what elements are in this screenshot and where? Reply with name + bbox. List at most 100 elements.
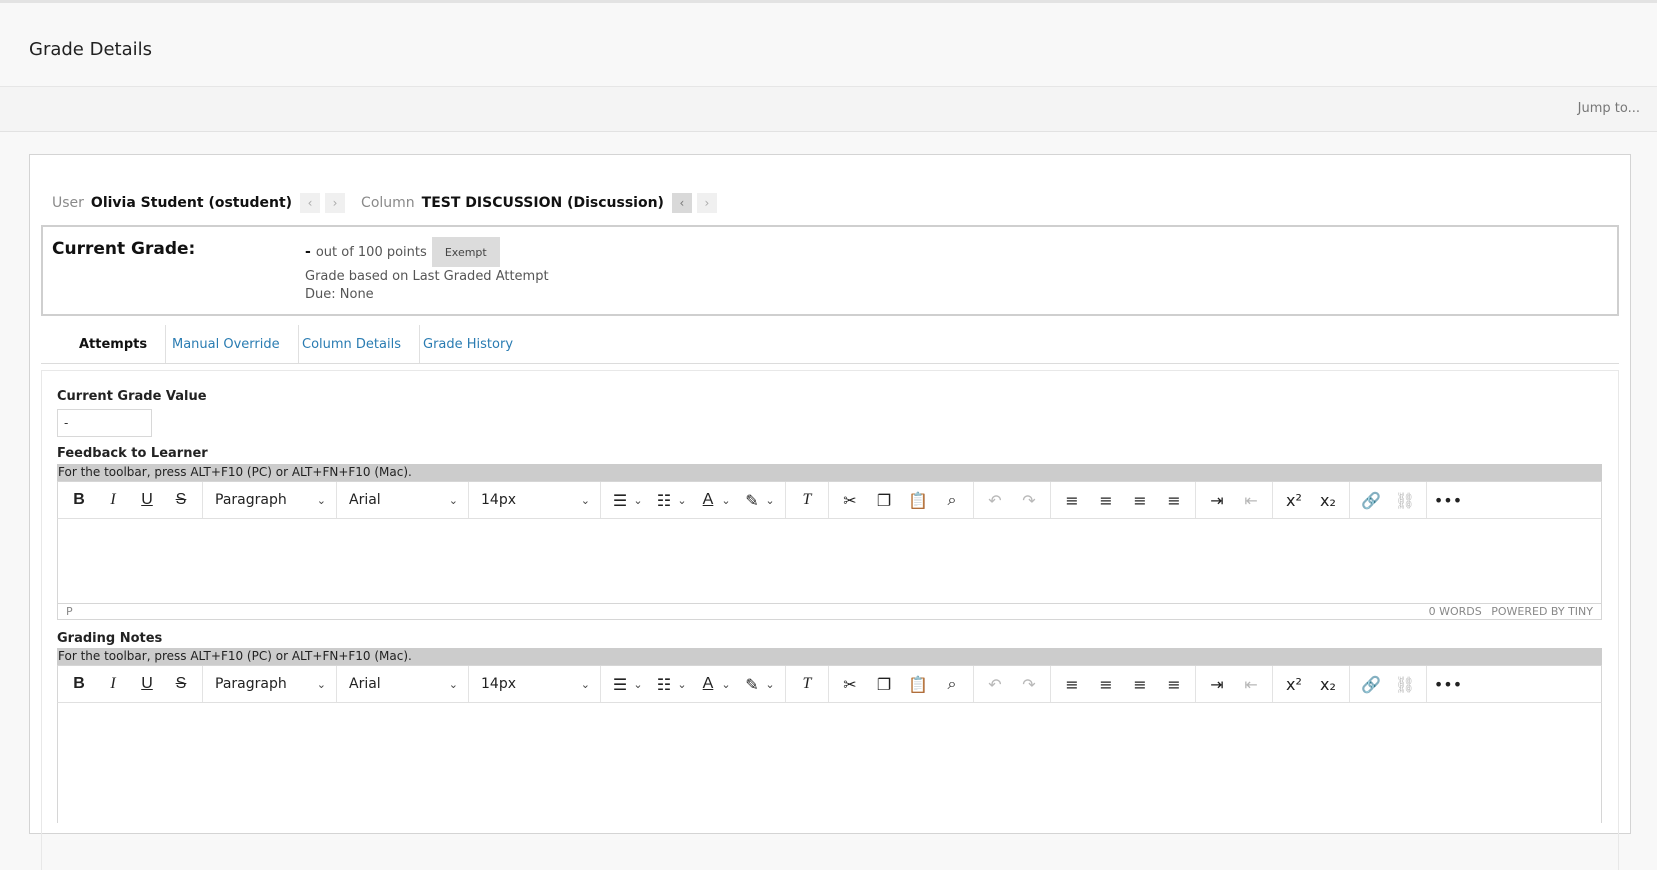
unlink-icon[interactable]: ⛓ [1388,485,1422,515]
font-size-select[interactable]: 14px ⌄ [469,666,601,702]
align-center-icon[interactable]: ≡ [1089,485,1123,515]
chevron-left-icon: ‹ [307,196,313,210]
numbered-list-button[interactable]: ☷ ⌄ [649,491,693,510]
tab-column-details[interactable]: Column Details [284,325,420,363]
redo-icon[interactable]: ↷ [1012,669,1046,699]
record-navigator: User Olivia Student (ostudent) ‹ › Colum… [52,191,719,215]
element-path[interactable]: P [66,605,73,618]
grade-value: - [305,244,311,260]
feedback-edit-area[interactable] [57,519,1602,603]
justify-icon[interactable]: ≡ [1157,485,1191,515]
chevron-right-icon: › [332,196,338,210]
chevron-down-icon: ⌄ [677,677,687,691]
bullet-list-icon: ☰ [612,674,628,694]
italic-icon[interactable]: I [96,669,130,699]
user-value: Olivia Student (ostudent) [90,195,293,211]
redo-icon[interactable]: ↷ [1012,485,1046,515]
font-family-select[interactable]: Arial ⌄ [337,482,469,518]
block-format-value: Paragraph [215,492,287,508]
text-color-button[interactable]: A ⌄ [693,675,737,693]
exempt-button[interactable]: Exempt [431,237,500,267]
tab-manual-override[interactable]: Manual Override [154,325,299,363]
jump-to-link[interactable]: Jump to... [1578,101,1640,116]
block-format-select[interactable]: Paragraph ⌄ [203,666,337,702]
align-left-icon[interactable]: ≡ [1055,485,1089,515]
font-size-value: 14px [481,492,516,508]
unlink-icon[interactable]: ⛓ [1388,669,1422,699]
superscript-icon[interactable]: x² [1277,485,1311,515]
next-user-button[interactable]: › [325,193,346,213]
outdent-icon[interactable]: ⇤ [1234,669,1268,699]
align-left-icon[interactable]: ≡ [1055,669,1089,699]
text-color-icon: A [702,491,714,508]
justify-icon[interactable]: ≡ [1157,669,1191,699]
current-grade-value-label: Current Grade Value [57,389,207,404]
font-family-select[interactable]: Arial ⌄ [337,666,469,702]
tab-attempts[interactable]: Attempts [61,325,167,363]
jump-bar: Jump to... [0,87,1657,132]
chevron-left-icon: ‹ [679,196,685,210]
align-center-icon[interactable]: ≡ [1089,669,1123,699]
next-column-button[interactable]: › [696,193,717,213]
strikethrough-icon[interactable]: S [164,485,198,515]
powered-by-link[interactable]: POWERED BY TINY [1491,605,1593,618]
subscript-icon[interactable]: x₂ [1311,485,1345,515]
chevron-down-icon: ⌄ [580,493,590,507]
cut-icon[interactable]: ✂ [833,485,867,515]
font-family-value: Arial [349,492,381,508]
grade-due-date: Due: None [305,287,374,302]
previous-column-button[interactable]: ‹ [671,193,692,213]
undo-icon[interactable]: ↶ [978,669,1012,699]
block-format-select[interactable]: Paragraph ⌄ [203,482,337,518]
align-right-icon[interactable]: ≡ [1123,485,1157,515]
indent-icon[interactable]: ⇥ [1200,485,1234,515]
strikethrough-icon[interactable]: S [164,669,198,699]
previous-user-button[interactable]: ‹ [300,193,321,213]
link-icon[interactable]: 🔗 [1354,485,1388,515]
subscript-icon[interactable]: x₂ [1311,669,1345,699]
undo-icon[interactable]: ↶ [978,485,1012,515]
cut-icon[interactable]: ✂ [833,669,867,699]
font-family-value: Arial [349,676,381,692]
column-value: TEST DISCUSSION (Discussion) [421,195,664,211]
numbered-list-button[interactable]: ☷ ⌄ [649,675,693,694]
paste-icon[interactable]: 📋 [901,669,935,699]
link-icon[interactable]: 🔗 [1354,669,1388,699]
highlight-color-button[interactable]: ✎ ⌄ [737,491,781,510]
feedback-label: Feedback to Learner [57,446,208,461]
align-right-icon[interactable]: ≡ [1123,669,1157,699]
current-grade-box: Current Grade: - out of 100 points Exemp… [41,225,1619,316]
find-replace-icon[interactable]: ⌕ [935,669,969,699]
indent-icon[interactable]: ⇥ [1200,669,1234,699]
chevron-down-icon: ⌄ [765,677,775,691]
font-size-select[interactable]: 14px ⌄ [469,482,601,518]
editor-toolbar: B I U S Paragraph ⌄ Arial ⌄ 14px ⌄ ☰ ⌄ ☷ ⌄ [57,665,1602,703]
chevron-down-icon: ⌄ [721,493,731,507]
highlight-color-button[interactable]: ✎ ⌄ [737,675,781,694]
superscript-icon[interactable]: x² [1277,669,1311,699]
text-color-button[interactable]: A ⌄ [693,491,737,509]
copy-icon[interactable]: ❐ [867,669,901,699]
chevron-down-icon: ⌄ [677,493,687,507]
underline-icon[interactable]: U [130,485,164,515]
chevron-down-icon: ⌄ [580,677,590,691]
font-size-value: 14px [481,676,516,692]
bold-icon[interactable]: B [62,669,96,699]
clear-formatting-icon[interactable]: T [790,669,824,699]
copy-icon[interactable]: ❐ [867,485,901,515]
outdent-icon[interactable]: ⇤ [1234,485,1268,515]
underline-icon[interactable]: U [130,669,164,699]
italic-icon[interactable]: I [96,485,130,515]
bold-icon[interactable]: B [62,485,96,515]
grading-notes-edit-area[interactable] [57,703,1602,823]
find-replace-icon[interactable]: ⌕ [935,485,969,515]
more-icon[interactable]: ••• [1431,669,1465,699]
bullet-list-button[interactable]: ☰ ⌄ [605,675,649,694]
tab-grade-history[interactable]: Grade History [405,325,531,363]
bullet-list-button[interactable]: ☰ ⌄ [605,491,649,510]
current-grade-value-input[interactable] [57,409,152,437]
editor-toolbar: B I U S Paragraph ⌄ Arial ⌄ 14px ⌄ ☰ ⌄ ☷ ⌄ [57,481,1602,519]
more-icon[interactable]: ••• [1431,485,1465,515]
clear-formatting-icon[interactable]: T [790,485,824,515]
paste-icon[interactable]: 📋 [901,485,935,515]
